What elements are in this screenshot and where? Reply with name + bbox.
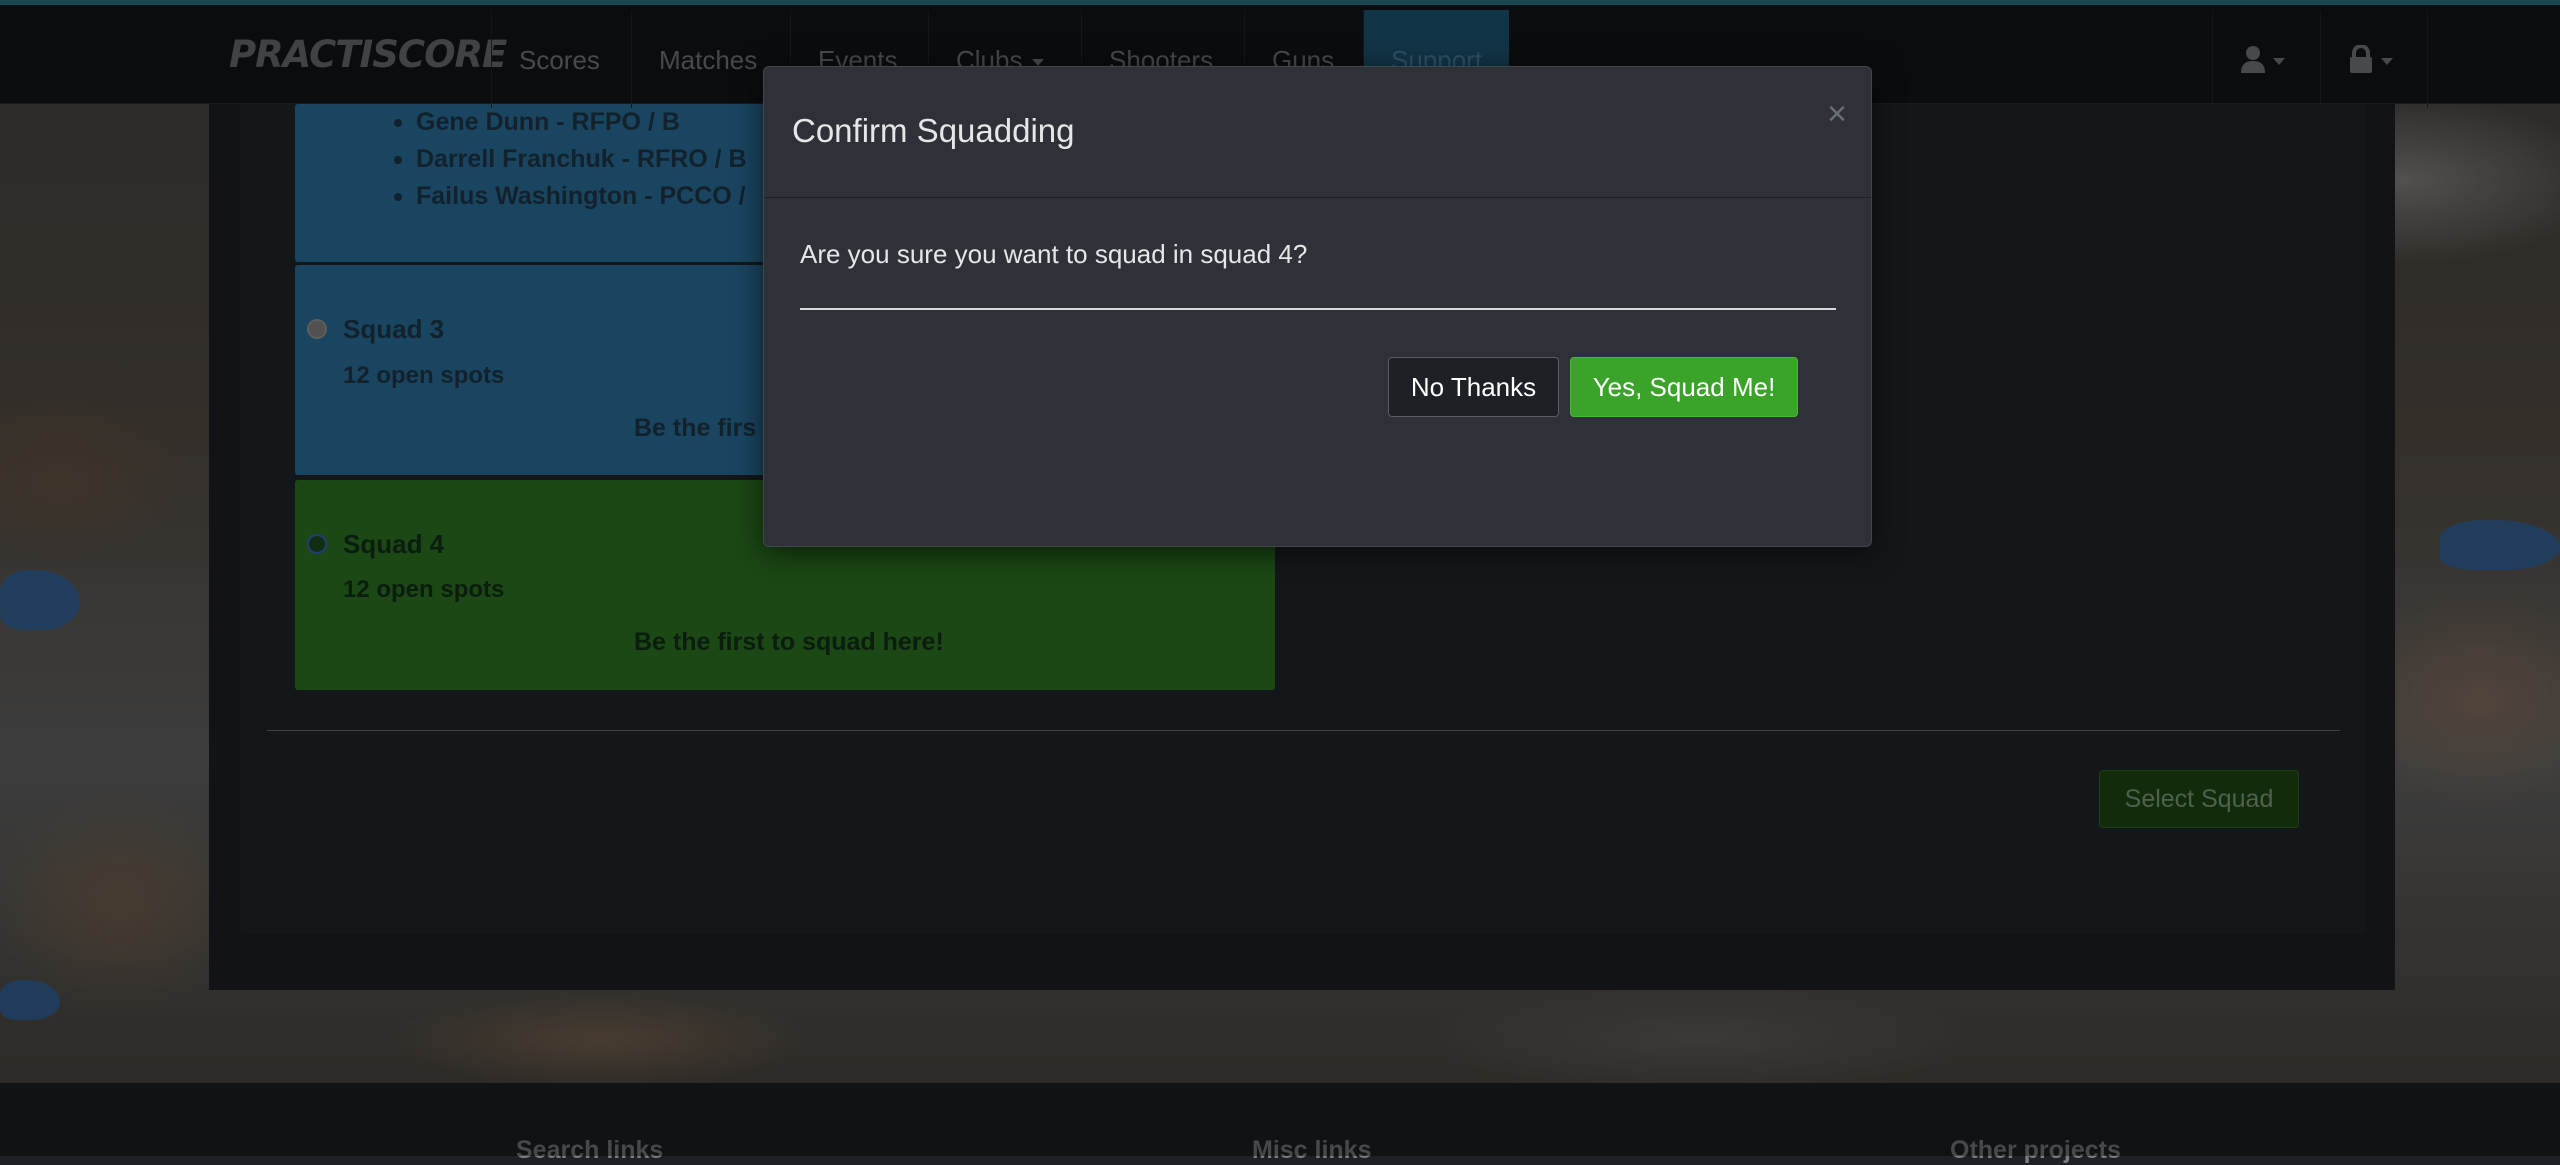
modal-divider [800, 308, 1836, 310]
modal-header: Confirm Squadding × [764, 67, 1871, 198]
modal-question: Are you sure you want to squad in squad … [800, 239, 1308, 269]
confirm-squadding-modal: Confirm Squadding × Are you sure you wan… [763, 66, 1872, 547]
no-thanks-button[interactable]: No Thanks [1388, 357, 1559, 417]
yes-squad-me-button[interactable]: Yes, Squad Me! [1570, 357, 1798, 417]
modal-title: Confirm Squadding [792, 112, 1075, 149]
close-icon[interactable]: × [1827, 97, 1847, 131]
